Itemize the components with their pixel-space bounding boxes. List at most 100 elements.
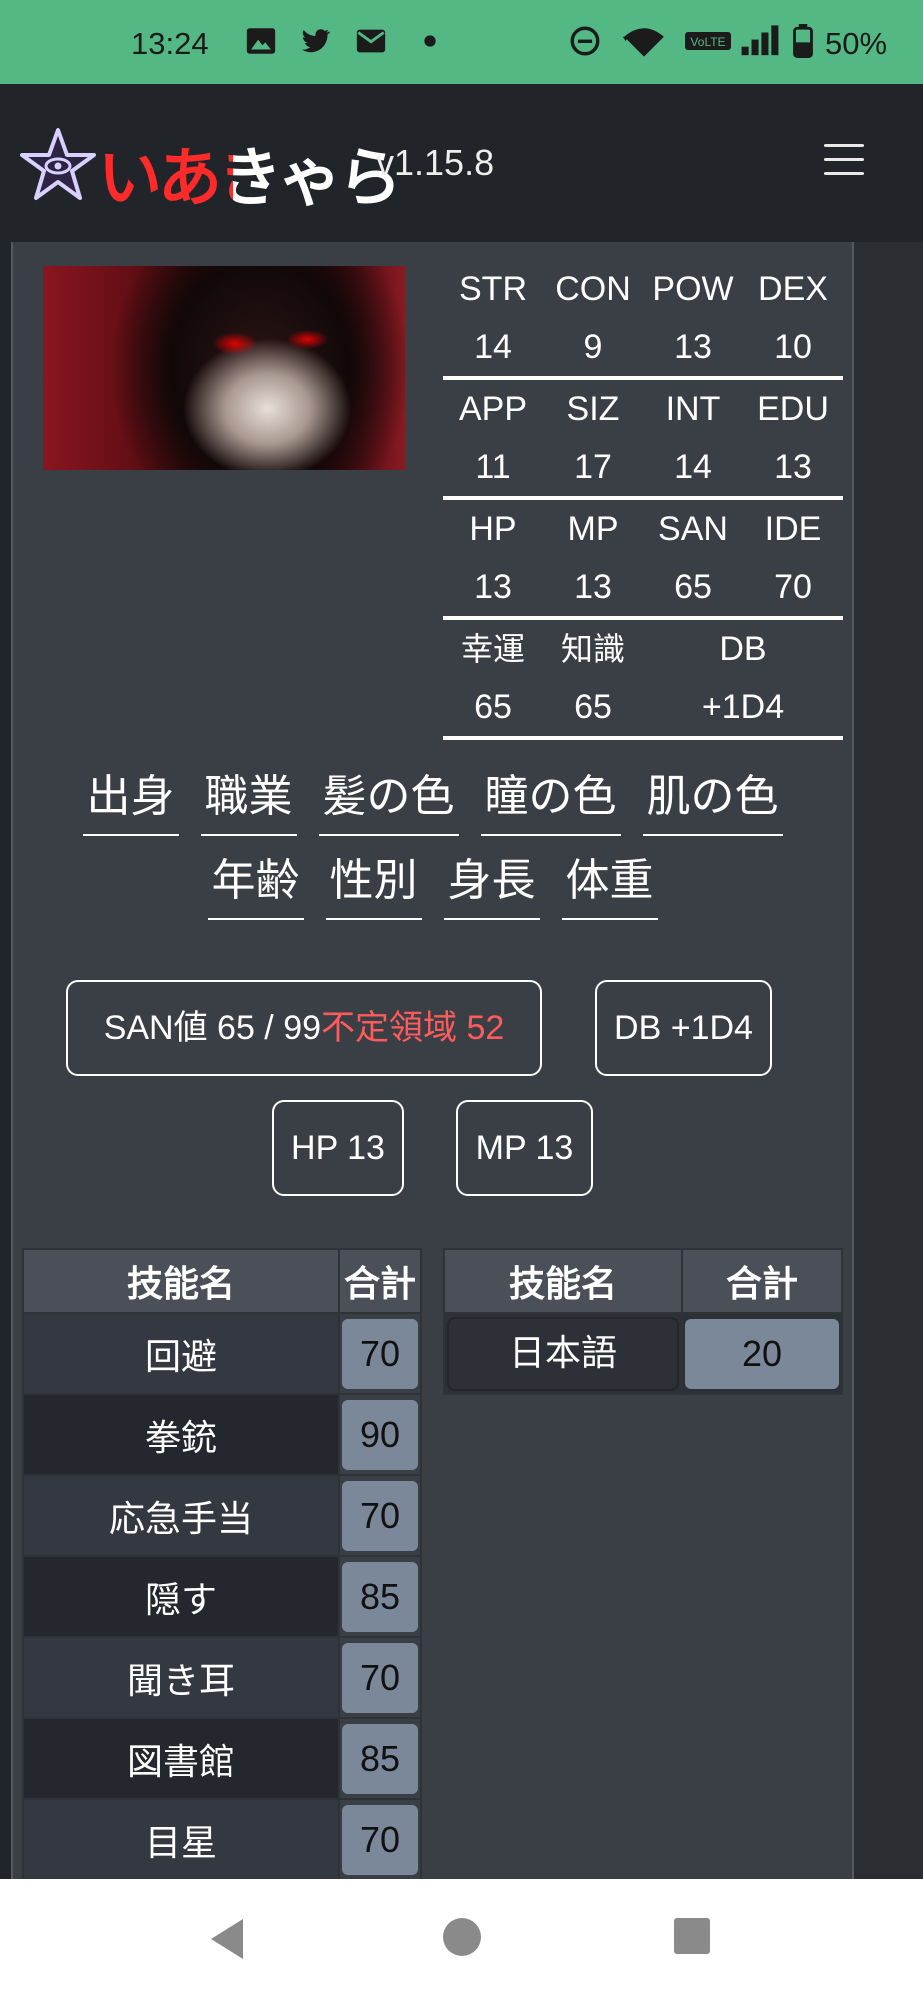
table-row[interactable]: 隠す 85 — [22, 1555, 422, 1638]
table-row[interactable]: 図書館 85 — [22, 1717, 422, 1800]
skill-total: 70 — [342, 1318, 418, 1389]
stat-label: DEX — [758, 270, 828, 308]
skill-name: 隠す — [22, 1555, 340, 1638]
skill-total-cell: 85 — [338, 1555, 422, 1638]
app-logo-text[interactable]: いあきゃら — [98, 127, 402, 219]
skills-table-left: 技能名 合計 回避 70 拳銃 90 応急手当 70 隠す 85 聞き耳 70 図書館 85… — [22, 1248, 422, 1881]
status-time: 13:24 — [131, 26, 209, 61]
stat-knowledge: 知識 65 — [543, 620, 643, 736]
back-icon[interactable] — [207, 1917, 247, 1961]
attr-weight[interactable]: 体重 — [561, 852, 658, 920]
mail-icon — [356, 29, 386, 53]
stat-db: DB +1D4 — [643, 620, 843, 736]
skills-table-right: 技能名 合計 日本語 20 — [443, 1248, 843, 1395]
attr-occupation[interactable]: 職業 — [200, 768, 297, 836]
logo-text: いあきゃら — [98, 142, 402, 216]
stat-ide: IDE 70 — [743, 500, 843, 616]
attr-gender[interactable]: 性別 — [325, 852, 422, 920]
attr-skin-color[interactable]: 肌の色 — [642, 768, 783, 836]
skill-total: 85 — [342, 1723, 418, 1794]
menu-hamburger-icon[interactable] — [818, 144, 870, 184]
stat-value: 70 — [774, 568, 812, 606]
skill-total: 85 — [342, 1561, 418, 1632]
san-unstable-text: 不定領域 52 — [321, 1009, 505, 1047]
attr-hair-color[interactable]: 髪の色 — [318, 768, 459, 836]
stat-label: IDE — [764, 510, 822, 548]
attr-age[interactable]: 年齢 — [207, 852, 304, 920]
stat-label: 知識 — [560, 630, 625, 668]
skill-total-cell: 70 — [338, 1474, 422, 1557]
skill-total: 20 — [685, 1318, 839, 1389]
skill-name: 聞き耳 — [22, 1636, 340, 1719]
mp-button[interactable]: MP 13 — [456, 1100, 593, 1196]
stat-value: 14 — [474, 328, 512, 366]
skill-name: 図書館 — [22, 1717, 340, 1800]
attr-origin[interactable]: 出身 — [82, 768, 179, 836]
attributes-row-2: 年齢 性別 身長 体重 — [13, 852, 852, 920]
header-skill-name: 技能名 — [22, 1248, 340, 1314]
header-total: 合計 — [681, 1248, 843, 1314]
table-row[interactable]: 目星 70 — [22, 1798, 422, 1881]
stat-value: 13 — [574, 568, 612, 606]
character-portrait[interactable] — [43, 266, 405, 470]
skill-total-cell: 70 — [338, 1636, 422, 1719]
stats-row-2: APP 11 SIZ 17 INT 14 EDU 13 — [443, 380, 843, 500]
stat-value: +1D4 — [701, 688, 785, 726]
hp-button[interactable]: HP 13 — [272, 1100, 404, 1196]
home-icon[interactable] — [442, 1917, 482, 1957]
stat-label: HP — [469, 510, 517, 548]
header-skill-name: 技能名 — [443, 1248, 683, 1314]
skill-total: 70 — [342, 1804, 418, 1875]
stat-label: INT — [665, 390, 721, 428]
skill-total: 70 — [342, 1642, 418, 1713]
stat-app: APP 11 — [443, 380, 543, 496]
stats-row-1: STR 14 CON 9 POW 13 DEX 10 — [443, 260, 843, 380]
table-row[interactable]: 聞き耳 70 — [22, 1636, 422, 1719]
stat-value: 13 — [774, 448, 812, 486]
app-navbar: いあきゃら v1.15.8 — [0, 84, 923, 242]
skill-name: 拳銃 — [22, 1393, 340, 1476]
hp-text: HP 13 — [291, 1129, 385, 1167]
table-row[interactable]: 日本語 20 — [443, 1312, 843, 1395]
table-row[interactable]: 回避 70 — [22, 1312, 422, 1395]
san-status-button[interactable]: SAN値 65 / 99不定領域 52 — [66, 980, 542, 1076]
skill-total-cell: 70 — [338, 1312, 422, 1395]
skill-total-cell: 20 — [681, 1312, 843, 1395]
stat-dex: DEX 10 — [743, 260, 843, 376]
stat-label: 幸運 — [460, 630, 525, 668]
twitter-icon — [301, 29, 331, 53]
table-row[interactable]: 拳銃 90 — [22, 1393, 422, 1476]
db-text: DB +1D4 — [614, 1009, 753, 1047]
stat-label: SAN — [658, 510, 728, 548]
skill-total-cell: 85 — [338, 1717, 422, 1800]
attr-height[interactable]: 身長 — [443, 852, 540, 920]
stat-label: SIZ — [566, 390, 620, 428]
attr-eye-color[interactable]: 瞳の色 — [480, 768, 621, 836]
stat-value: 14 — [674, 448, 712, 486]
stat-san: SAN 65 — [643, 500, 743, 616]
stat-value: 65 — [674, 568, 712, 606]
stat-label: EDU — [757, 390, 829, 428]
recents-icon[interactable] — [673, 1917, 711, 1955]
stats-row-4: 幸運 65 知識 65 DB +1D4 — [443, 620, 843, 740]
signal-icon — [741, 25, 779, 56]
stat-value: 9 — [583, 328, 603, 366]
stat-value: 11 — [475, 448, 511, 486]
stat-value: 17 — [574, 448, 612, 486]
db-button[interactable]: DB +1D4 — [595, 980, 772, 1076]
character-sheet-panel: STR 14 CON 9 POW 13 DEX 10 APP 11 SIZ 17 INT 14… — [11, 242, 854, 1881]
stat-hp: HP 13 — [443, 500, 543, 616]
star-logo-icon[interactable] — [20, 126, 96, 202]
attributes-row-1: 出身 職業 髪の色 瞳の色 肌の色 — [13, 768, 852, 836]
stat-mp: MP 13 — [543, 500, 643, 616]
wifi-icon — [622, 28, 664, 57]
stat-value: 65 — [474, 688, 512, 726]
table-row[interactable]: 応急手当 70 — [22, 1474, 422, 1557]
skill-name: 回避 — [22, 1312, 340, 1395]
app-version: v1.15.8 — [376, 142, 495, 183]
stat-luck: 幸運 65 — [443, 620, 543, 736]
stat-label: STR — [459, 270, 527, 308]
stat-edu: EDU 13 — [743, 380, 843, 496]
stat-pow: POW 13 — [643, 260, 743, 376]
stat-label: APP — [458, 390, 528, 428]
